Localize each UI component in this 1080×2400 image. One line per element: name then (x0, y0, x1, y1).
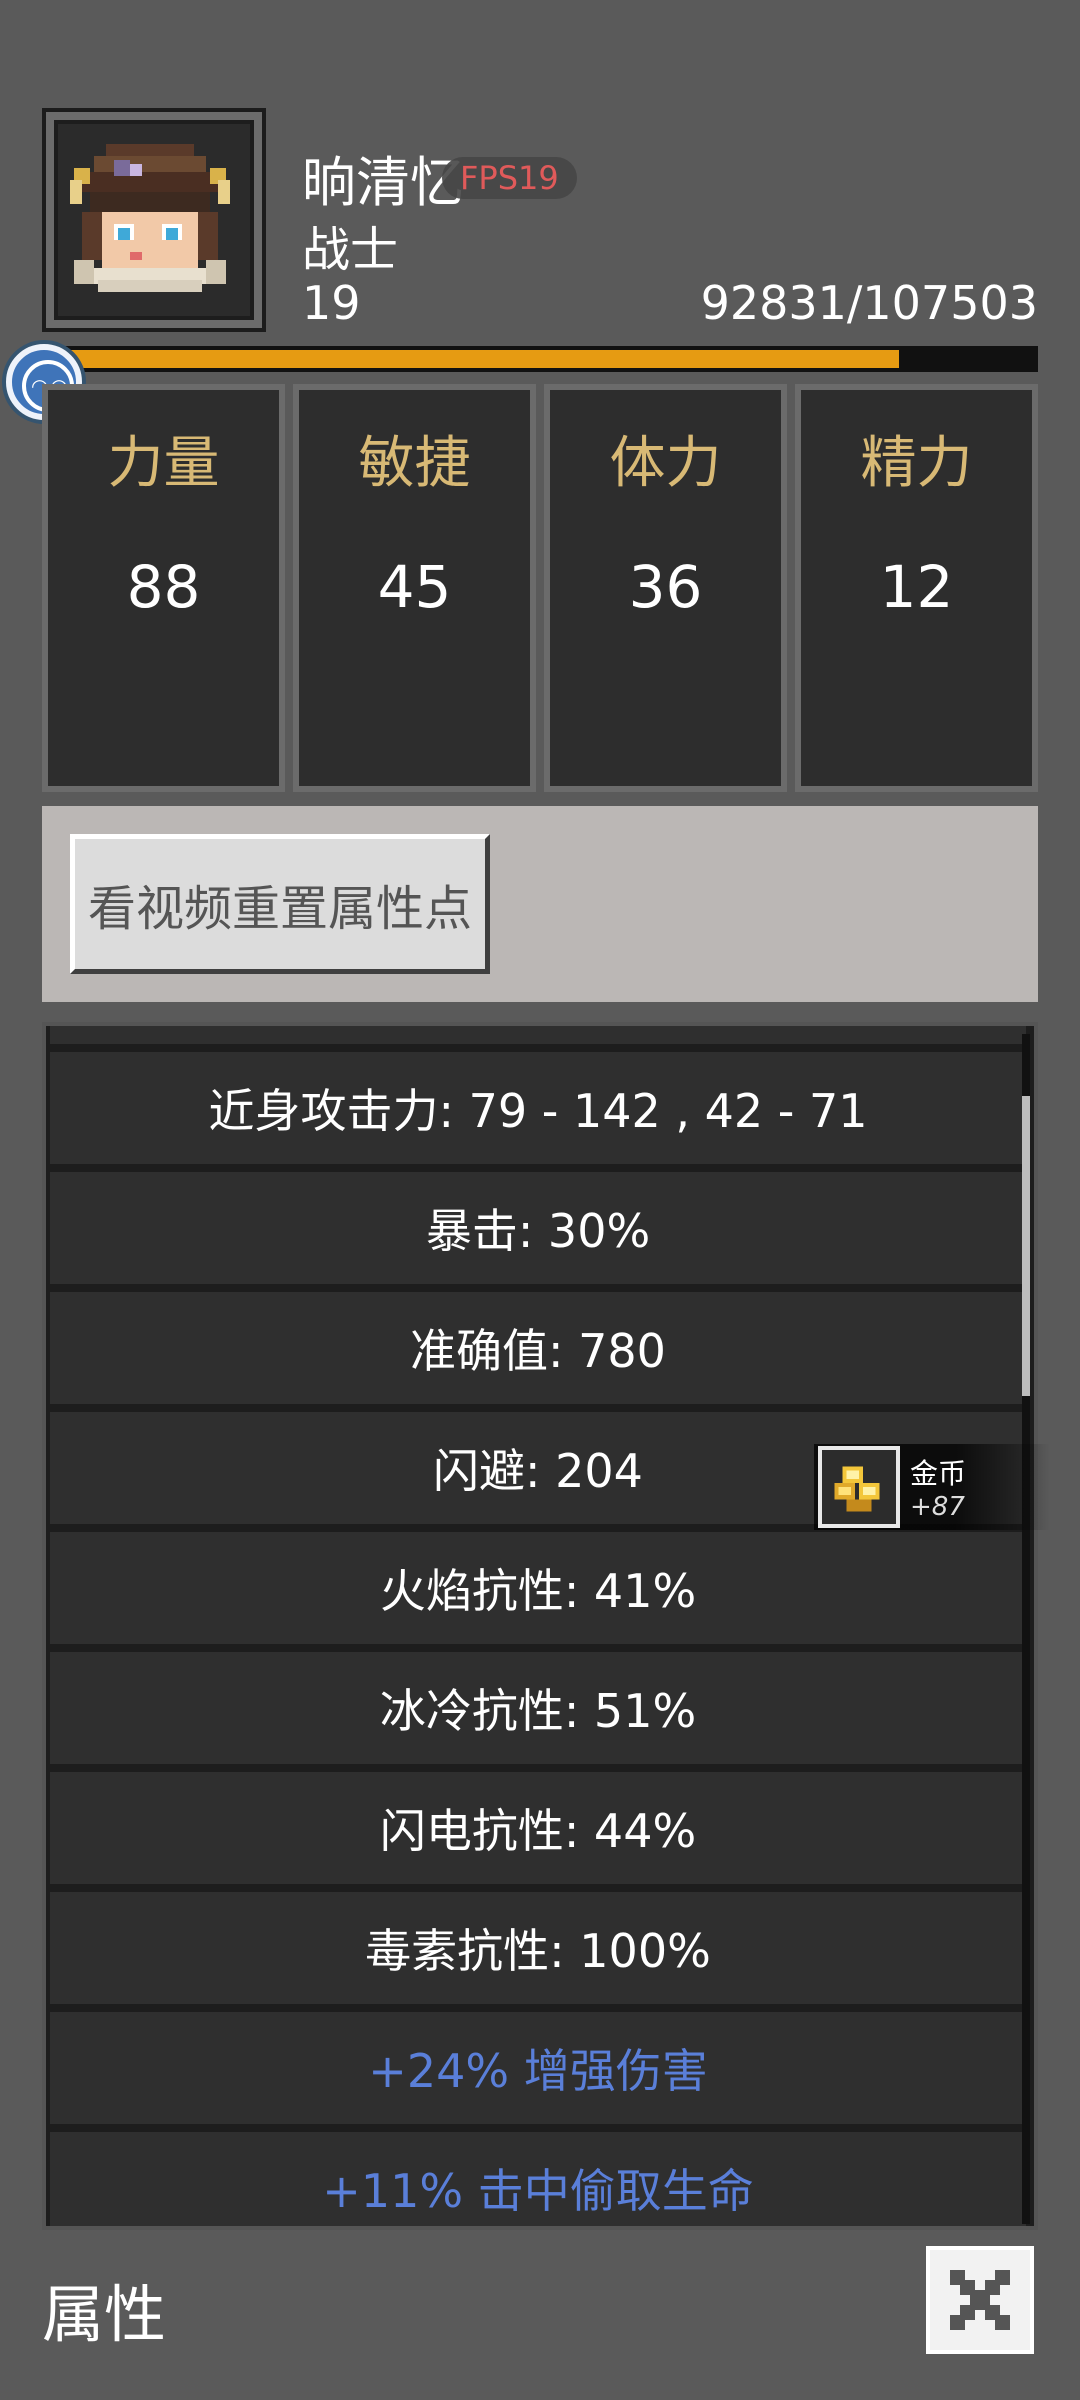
stat-value: 12 (879, 553, 954, 621)
list-item: 冰冷抗性: 51% (50, 1652, 1026, 1764)
stat-panel: 力量 88 敏捷 45 体力 36 精力 12 (42, 384, 1038, 792)
list-item: 准确值: 780 (50, 1292, 1026, 1404)
toast-amount: +87 (910, 1492, 965, 1522)
stat-value: 45 (377, 553, 452, 621)
list-item: 暴击: 30% (50, 1172, 1026, 1284)
stat-value: 88 (126, 553, 201, 621)
character-level: 19 (302, 276, 361, 330)
gold-pickup-toast: 金币 +87 (814, 1444, 1050, 1530)
stat-label: 力量 (107, 431, 220, 496)
stat-value: 36 (628, 553, 703, 621)
fps-badge: FPS19 (442, 156, 577, 199)
stat-label: 精力 (860, 431, 973, 496)
stat-agility[interactable]: 敏捷 45 (293, 384, 536, 792)
attribute-list[interactable]: 近身攻击力: 79 - 142 , 42 - 71 暴击: 30% 准确值: 7… (42, 1022, 1038, 2230)
list-item-bonus: +11% 击中偷取生命 (50, 2132, 1026, 2226)
list-item-partial (50, 1026, 1026, 1044)
stat-stamina[interactable]: 体力 36 (544, 384, 787, 792)
list-item: 火焰抗性: 41% (50, 1532, 1026, 1644)
scrollbar-thumb[interactable] (1022, 1096, 1030, 1396)
experience-text: 92831/107503 (700, 276, 1038, 330)
experience-bar (42, 346, 1038, 372)
toast-title: 金币 (910, 1457, 967, 1490)
experience-bar-fill (46, 350, 900, 368)
close-button[interactable] (926, 2246, 1034, 2354)
gold-coins-icon (818, 1446, 900, 1528)
warrior-avatar-icon (58, 124, 242, 308)
avatar (54, 120, 254, 320)
reset-attributes-button[interactable]: 看视频重置属性点 (70, 834, 490, 974)
character-portrait (42, 108, 266, 332)
reset-panel: 看视频重置属性点 (42, 806, 1038, 1002)
list-item: 近身攻击力: 79 - 142 , 42 - 71 (50, 1052, 1026, 1164)
list-item: 闪电抗性: 44% (50, 1772, 1026, 1884)
panel-title: 属性 (42, 2278, 167, 2351)
character-name: 晌清忆 (302, 151, 464, 214)
list-item-bonus: +24% 增强伤害 (50, 2012, 1026, 2124)
list-item: 毒素抗性: 100% (50, 1892, 1026, 2004)
stat-label: 敏捷 (358, 431, 471, 496)
stat-label: 体力 (609, 431, 722, 496)
close-x-icon (950, 2270, 1010, 2330)
name-row: 晌清忆 FPS19 (302, 138, 577, 217)
character-class: 战士 (302, 222, 399, 278)
stat-strength[interactable]: 力量 88 (42, 384, 285, 792)
stat-energy[interactable]: 精力 12 (795, 384, 1038, 792)
